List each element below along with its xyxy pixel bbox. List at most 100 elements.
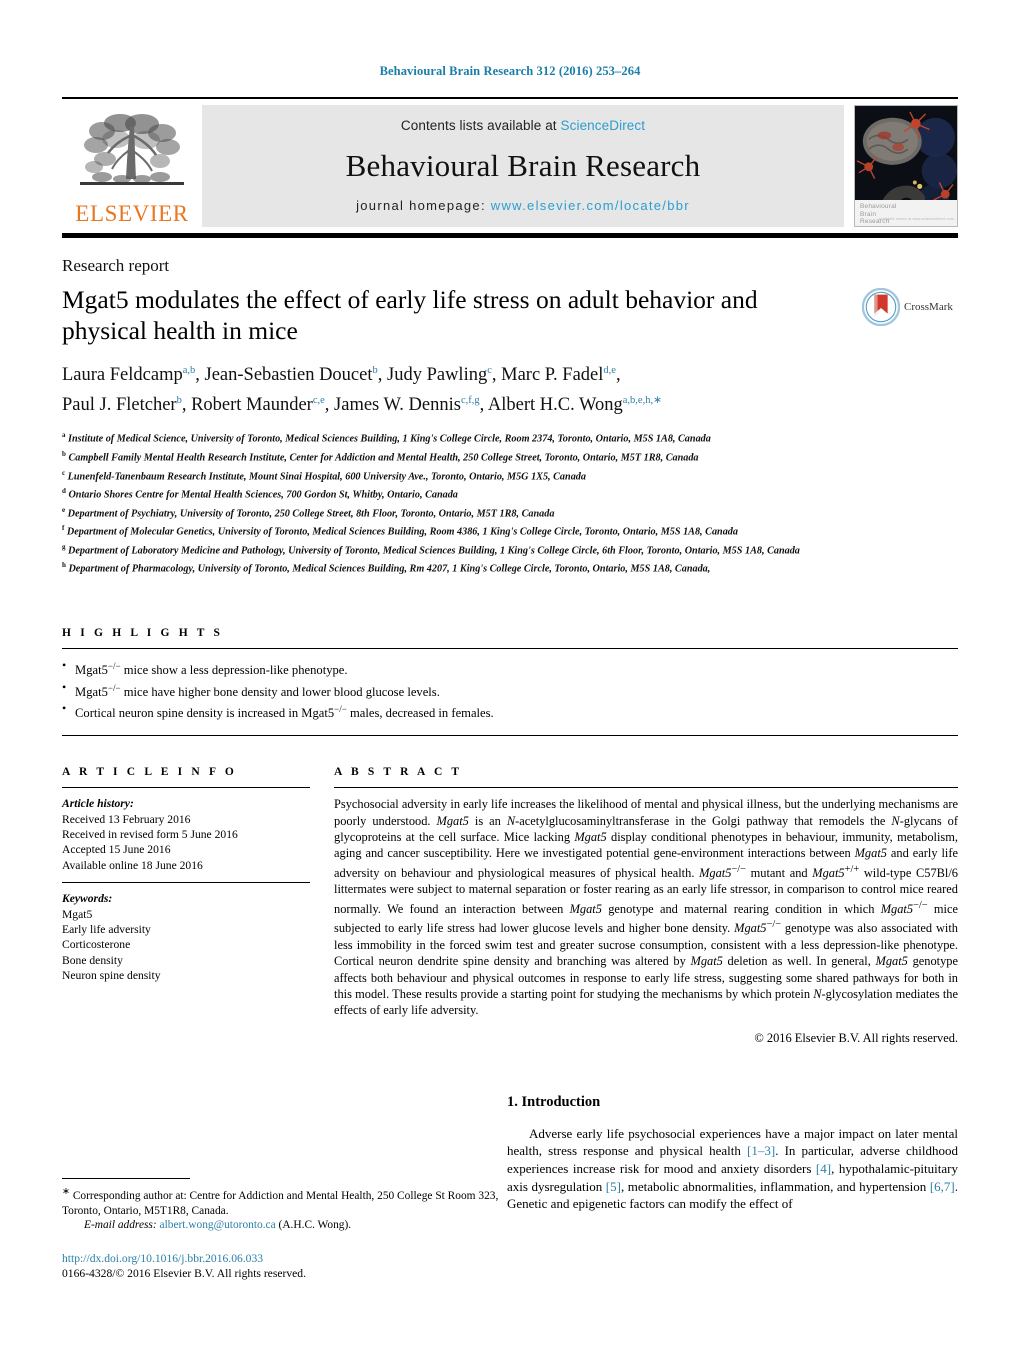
author-affiliation-marker: a,b,e,h,∗ bbox=[622, 395, 662, 407]
author-name: , Judy Pawling bbox=[377, 365, 488, 386]
crossmark-icon bbox=[862, 288, 900, 326]
affiliation: f Department of Molecular Genetics, Univ… bbox=[62, 524, 738, 538]
abstract-copyright: © 2016 Elsevier B.V. All rights reserved… bbox=[754, 1030, 958, 1045]
highlight-item: Cortical neuron spine density is increas… bbox=[62, 700, 958, 723]
author-name: , Albert H.C. Wong bbox=[479, 395, 623, 416]
highlight-item: Mgat5−/− mice have higher bone density a… bbox=[62, 679, 958, 702]
email-label: E-mail address: bbox=[84, 1219, 157, 1232]
contents-available-line: Contents lists available at ScienceDirec… bbox=[401, 118, 645, 133]
affiliation-marker: c bbox=[62, 468, 66, 477]
author-name: , Marc P. Fadel bbox=[491, 365, 604, 386]
keyword: Bone density bbox=[62, 953, 123, 967]
abstract-heading: A B S T R A C T bbox=[334, 766, 463, 779]
abstract-column: A B S T R A C T Psychosocial adversity i… bbox=[334, 766, 958, 1046]
doi-block: http://dx.doi.org/10.1016/j.bbr.2016.06.… bbox=[62, 1251, 306, 1281]
email-line: E-mail address: albert.wong@utoronto.ca … bbox=[62, 1218, 507, 1233]
doi-link[interactable]: http://dx.doi.org/10.1016/j.bbr.2016.06.… bbox=[62, 1251, 306, 1266]
cover-caption-line-1: Behavioural bbox=[860, 203, 897, 210]
article-type: Research report bbox=[62, 256, 170, 275]
author-affiliation-marker: a,b bbox=[182, 365, 196, 376]
journal-masthead: ELSEVIER Contents lists available at Sci… bbox=[62, 97, 958, 238]
author-name: Paul J. Fletcher bbox=[62, 395, 177, 416]
affiliation: e Department of Psychiatry, University o… bbox=[62, 505, 555, 520]
history-entry: Available online 18 June 2016 bbox=[62, 858, 203, 872]
affiliation-list: a Institute of Medical Science, Universi… bbox=[62, 428, 958, 577]
affiliation: g Department of Laboratory Medicine and … bbox=[62, 542, 800, 557]
author-affiliation-marker: d,e bbox=[603, 365, 616, 376]
masthead-bottom-rule bbox=[62, 233, 958, 238]
corresponding-author-text: ∗ Corresponding author at: Centre for Ad… bbox=[62, 1187, 499, 1217]
email-owner: (A.H.C. Wong). bbox=[278, 1219, 352, 1232]
cover-caption: Behavioural Brain Research available onl… bbox=[855, 200, 957, 226]
highlights-rule-top bbox=[62, 648, 958, 650]
author-name: , bbox=[615, 365, 621, 386]
affiliation-marker: b bbox=[62, 449, 66, 458]
keywords-rule bbox=[62, 882, 310, 884]
contents-prefix: Contents lists available at bbox=[400, 118, 557, 133]
title-row: Mgat5 modulates the effect of early life… bbox=[62, 284, 958, 346]
issn-copyright: 0166-4328/© 2016 Elsevier B.V. All right… bbox=[62, 1267, 306, 1280]
cover-credit: available online at www.sciencedirect.co… bbox=[878, 217, 954, 222]
page-title: Mgat5 modulates the effect of early life… bbox=[62, 285, 758, 345]
author-name: , Jean-Sebastien Doucet bbox=[195, 365, 373, 386]
affiliation: b Campbell Family Mental Health Research… bbox=[62, 449, 699, 464]
introduction-heading: 1. Introduction bbox=[507, 1093, 601, 1110]
sciencedirect-link[interactable]: ScienceDirect bbox=[561, 118, 646, 133]
history-entry: Accepted 15 June 2016 bbox=[62, 843, 171, 857]
highlights-rule-bottom bbox=[62, 735, 958, 737]
info-abstract-row: A R T I C L E I N F O Article history: R… bbox=[62, 766, 958, 1046]
highlights-section: H I G H L I G H T S Mgat5−/− mice show a… bbox=[62, 627, 958, 737]
keywords-label: Keywords: bbox=[62, 892, 113, 906]
elsevier-tree-icon bbox=[80, 114, 184, 185]
keyword: Mgat5 bbox=[62, 907, 93, 921]
author-list: Laura Feldcampa,b, Jean-Sebastien Doucet… bbox=[62, 358, 958, 418]
crossmark-label: CrossMark bbox=[904, 301, 953, 313]
highlights-items: Mgat5−/− mice show a less depression-lik… bbox=[62, 657, 958, 723]
running-head: Behavioural Brain Research 312 (2016) 25… bbox=[379, 64, 641, 78]
keyword-items: Mgat5 Early life adversity Corticosterone B… bbox=[62, 907, 310, 984]
affiliation: a Institute of Medical Science, Universi… bbox=[62, 431, 711, 445]
crossmark-badge[interactable]: CrossMark bbox=[862, 284, 958, 326]
author-affiliation-marker: c,f,g bbox=[460, 395, 480, 407]
affiliation: h Department of Pharmacology, University… bbox=[62, 561, 711, 575]
journal-cover-thumbnail: Behavioural Brain Research available onl… bbox=[854, 105, 958, 227]
article-history-label: Article history: bbox=[62, 797, 134, 811]
abstract-text: Psychosocial adversity in early life inc… bbox=[334, 797, 959, 1018]
journal-homepage-line: journal homepage: www.elsevier.com/locat… bbox=[356, 198, 690, 213]
affiliation-marker: f bbox=[62, 524, 65, 533]
author-name: , Robert Maunder bbox=[181, 395, 313, 416]
article-history: Article history: Received 13 February 20… bbox=[62, 796, 310, 873]
elsevier-logo: ELSEVIER bbox=[62, 105, 202, 227]
journal-homepage-link[interactable]: www.elsevier.com/locate/bbr bbox=[491, 198, 690, 213]
corresponding-author-footnote: ∗ Corresponding author at: Centre for Ad… bbox=[62, 1178, 507, 1233]
keyword: Corticosterone bbox=[62, 938, 131, 952]
affiliation-marker: d bbox=[62, 487, 66, 496]
body-column-right: 1. Introduction Adverse early life psych… bbox=[507, 1094, 958, 1213]
footnote-rule bbox=[62, 1178, 190, 1180]
introduction-paragraph: Adverse early life psychosocial experien… bbox=[507, 1125, 958, 1212]
journal-article-page: Behavioural Brain Research 312 (2016) 25… bbox=[0, 0, 1020, 1351]
author-name: , James W. Dennis bbox=[324, 395, 461, 416]
affiliation: c Lunenfeld-Tanenbaum Research Institute… bbox=[62, 468, 586, 482]
keyword: Early life adversity bbox=[62, 922, 151, 936]
highlights-heading: H I G H L I G H T S bbox=[62, 627, 224, 640]
masthead-center: Contents lists available at ScienceDirec… bbox=[202, 105, 844, 227]
affiliation-marker: g bbox=[62, 542, 66, 551]
highlight-item: Mgat5−/− mice show a less depression-lik… bbox=[62, 657, 958, 680]
history-entry: Received 13 February 2016 bbox=[62, 812, 191, 826]
history-entry: Received in revised form 5 June 2016 bbox=[62, 827, 238, 841]
affiliation-marker: e bbox=[62, 505, 66, 514]
affiliation-marker: a bbox=[62, 431, 66, 440]
affiliation-marker: h bbox=[62, 561, 66, 570]
author-affiliation-marker: c,e bbox=[312, 395, 325, 407]
masthead-top-rule bbox=[62, 97, 958, 99]
author-line-2: Paul J. Fletcherb, Robert Maunderc,e, Ja… bbox=[62, 388, 958, 418]
affiliation: d Ontario Shores Centre for Mental Healt… bbox=[62, 487, 458, 501]
elsevier-wordmark: ELSEVIER bbox=[75, 201, 189, 226]
author-line-1: Laura Feldcampa,b, Jean-Sebastien Doucet… bbox=[62, 358, 958, 388]
email-link[interactable]: albert.wong@utoronto.ca bbox=[160, 1219, 276, 1231]
article-info-heading: A R T I C L E I N F O bbox=[62, 766, 237, 779]
article-history-items: Received 13 February 2016 Received in rev… bbox=[62, 812, 310, 874]
article-header: Research report Mgat5 modulates the effe… bbox=[62, 256, 958, 577]
keywords-block: Keywords: Mgat5 Early life adversity Corti… bbox=[62, 891, 310, 983]
